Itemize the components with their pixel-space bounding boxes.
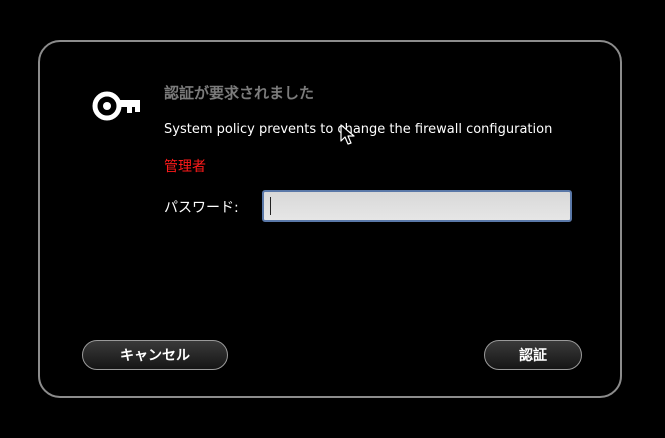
user-label: 管理者 (164, 159, 206, 175)
password-field[interactable] (262, 190, 572, 222)
password-label: パスワード: (164, 200, 239, 216)
dialog-title: 認証が要求されました (164, 84, 315, 102)
authenticate-button[interactable]: 認証 (484, 340, 582, 370)
authentication-dialog: 認証が要求されました System policy prevents to cha… (38, 40, 622, 398)
cancel-button[interactable]: キャンセル (82, 340, 228, 370)
dialog-message: System policy prevents to change the fir… (164, 122, 553, 137)
key-icon (92, 91, 140, 121)
authenticate-button-label: 認証 (519, 348, 547, 364)
mouse-pointer-icon (340, 124, 355, 145)
cancel-button-label: キャンセル (120, 348, 190, 364)
text-caret (270, 197, 271, 215)
